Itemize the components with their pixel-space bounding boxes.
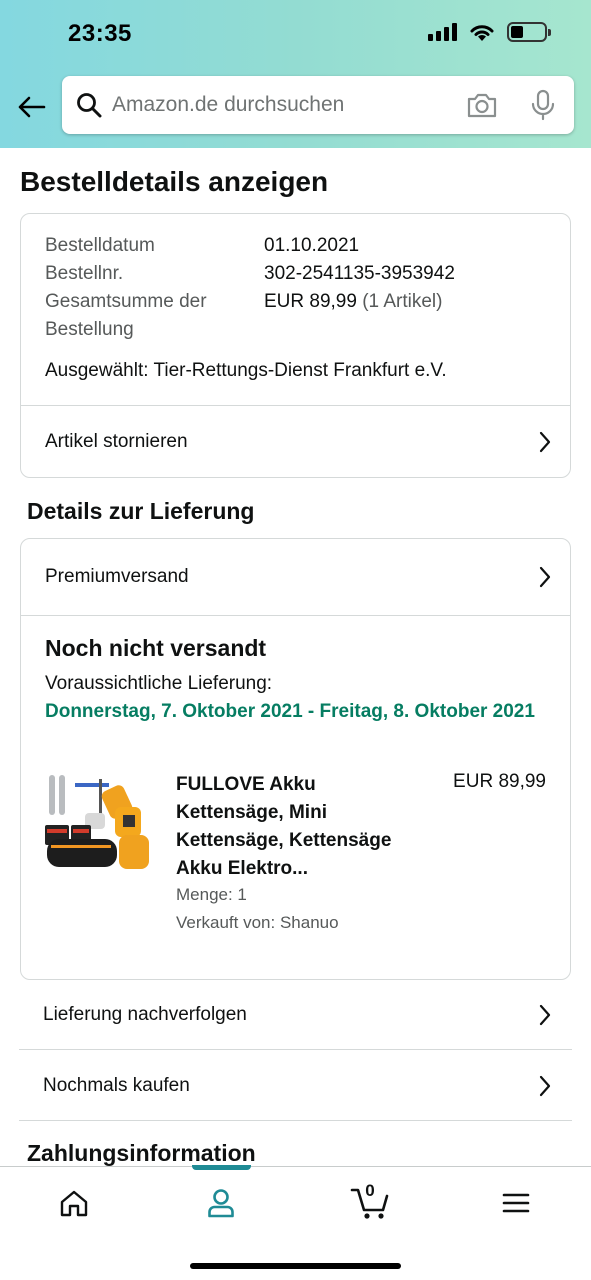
nav-home[interactable] — [44, 1185, 104, 1221]
buy-again-label: Nochmals kaufen — [43, 1074, 190, 1096]
cancel-items-link[interactable]: Artikel stornieren — [21, 406, 570, 478]
nav-menu[interactable] — [486, 1185, 546, 1221]
search-input[interactable] — [112, 76, 442, 134]
order-total-value: EUR 89,99 (1 Artikel) — [264, 288, 442, 316]
chevron-right-icon — [539, 566, 551, 588]
battery-icon — [507, 22, 551, 42]
order-summary-card: Bestelldatum 01.10.2021 Bestellnr. 302-2… — [20, 213, 571, 478]
menu-icon — [502, 1193, 530, 1213]
buy-again-link[interactable]: Nochmals kaufen — [19, 1051, 572, 1121]
product-price: EUR 89,99 — [453, 771, 546, 792]
order-number-value: 302-2541135-3953942 — [264, 263, 455, 284]
track-delivery-link[interactable]: Lieferung nachverfolgen — [19, 980, 572, 1050]
shipping-method-link[interactable]: Premiumversand — [21, 539, 570, 615]
order-date-label: Bestelldatum — [45, 235, 155, 256]
chevron-right-icon — [539, 431, 551, 453]
back-arrow-icon — [18, 96, 46, 118]
order-total-items: (1 Artikel) — [362, 291, 443, 312]
cancel-items-label: Artikel stornieren — [45, 431, 188, 452]
order-total-label-2: Bestellung — [45, 319, 134, 340]
chevron-right-icon — [539, 1075, 551, 1096]
back-button[interactable] — [14, 90, 48, 124]
mic-icon[interactable] — [530, 89, 556, 121]
camera-icon[interactable] — [466, 91, 498, 119]
product-quantity: Menge: 1 — [176, 885, 247, 904]
shipping-method-label: Premiumversand — [45, 566, 189, 587]
product-seller: Verkauft von: Shanuo — [176, 913, 339, 932]
cart-count: 0 — [365, 1181, 375, 1200]
nav-account[interactable] — [191, 1185, 251, 1221]
payment-section-title: Zahlungsinformation — [27, 1140, 256, 1166]
search-bar[interactable] — [62, 76, 574, 134]
product-title[interactable]: FULLOVE Akku Kettensäge, Mini Kettensäge… — [176, 771, 421, 883]
status-icons — [428, 22, 551, 42]
order-number-label: Bestellnr. — [45, 263, 124, 284]
order-total-label-1: Gesamtsumme der — [45, 291, 207, 312]
active-tab-indicator — [192, 1165, 251, 1170]
expected-delivery-label: Voraussichtliche Lieferung: — [45, 673, 273, 694]
wifi-icon — [470, 25, 494, 41]
selected-charity: Ausgewählt: Tier-Rettungs-Dienst Frankfu… — [45, 360, 447, 381]
chevron-right-icon — [539, 1004, 551, 1025]
home-indicator — [190, 1263, 401, 1269]
order-date-value: 01.10.2021 — [264, 235, 360, 256]
signal-icon — [428, 23, 457, 41]
user-icon — [208, 1189, 234, 1218]
page-title: Bestelldetails anzeigen — [20, 166, 329, 197]
track-delivery-label: Lieferung nachverfolgen — [43, 1003, 247, 1025]
home-icon — [60, 1190, 88, 1217]
delivery-card: Premiumversand Noch nicht versandt Vorau… — [20, 538, 571, 980]
order-total-amount: EUR 89,99 — [264, 291, 357, 312]
product-image[interactable] — [45, 769, 157, 873]
header: 23:35 — [0, 0, 591, 148]
delivery-section-title: Details zur Lieferung — [27, 498, 255, 524]
divider — [21, 615, 570, 616]
search-icon[interactable] — [76, 92, 102, 118]
nav-cart[interactable]: 0 — [340, 1181, 400, 1221]
bottom-nav: 0 — [0, 1165, 591, 1280]
expected-delivery-date: Donnerstag, 7. Oktober 2021 - Freitag, 8… — [45, 701, 535, 722]
shipment-status: Noch nicht versandt — [45, 635, 267, 661]
status-time: 23:35 — [68, 20, 132, 47]
